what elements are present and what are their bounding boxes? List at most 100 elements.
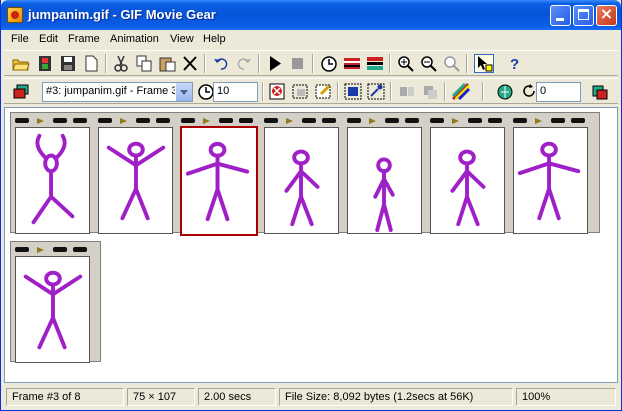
save-icon[interactable]: [59, 55, 77, 72]
film-perforation: [571, 118, 585, 123]
toolbar-separator: [466, 54, 468, 73]
toolbar-separator: [482, 82, 484, 101]
filmstrip-canvas[interactable]: [4, 107, 618, 383]
frame-thumbnail-6[interactable]: [426, 113, 509, 234]
svg-text:?: ?: [510, 56, 519, 72]
new-document-icon[interactable]: [82, 55, 100, 72]
zoom-out-icon[interactable]: [420, 55, 438, 72]
close-button[interactable]: ×: [596, 4, 617, 26]
help-icon[interactable]: ?: [505, 55, 523, 72]
palette-icon[interactable]: [452, 83, 470, 100]
frame-delay-marker: [452, 118, 459, 124]
status-filesize: File Size: 8,092 bytes (1.2secs at 56K): [279, 388, 513, 406]
toolbar-separator: [390, 82, 392, 101]
toolbar-separator: [258, 54, 260, 73]
frame-properties-icon[interactable]: [343, 55, 361, 72]
film-perforation: [136, 118, 150, 123]
menu-view[interactable]: View: [170, 33, 194, 45]
filmstrip-icon[interactable]: [36, 55, 54, 72]
minimize-button[interactable]: [550, 5, 571, 26]
open-icon[interactable]: [12, 55, 30, 72]
copy-icon[interactable]: [135, 55, 153, 72]
delete-icon[interactable]: [181, 55, 199, 72]
filmstrip-row: [10, 112, 600, 236]
frame-image[interactable]: [430, 127, 505, 234]
menu-animation[interactable]: Animation: [110, 33, 159, 45]
toolbar-separator: [389, 54, 391, 73]
frame-thumbnail-3[interactable]: [177, 113, 260, 236]
zoom-in-icon[interactable]: [397, 55, 415, 72]
window-title: jumpanim.gif - GIF Movie Gear: [28, 7, 216, 22]
reduce-colors-icon[interactable]: [366, 55, 384, 72]
undo-icon[interactable]: [212, 55, 230, 72]
merge-frames-icon[interactable]: [398, 83, 416, 100]
frame-image[interactable]: [98, 127, 173, 234]
delay-input[interactable]: 10: [213, 82, 258, 102]
menu-bar: File Edit Frame Animation View Help: [4, 30, 618, 49]
menu-frame[interactable]: Frame: [68, 33, 100, 45]
close-icon: ×: [599, 4, 614, 23]
frame-image[interactable]: [15, 127, 90, 234]
frame-thumbnail-5[interactable]: [343, 113, 426, 234]
remove-frame-icon[interactable]: [268, 83, 286, 100]
frame-image[interactable]: [513, 127, 588, 234]
filmstrip-row: [10, 241, 101, 363]
menu-help[interactable]: Help: [203, 33, 226, 45]
edit-frame-icon[interactable]: [314, 83, 332, 100]
frame-stack-icon[interactable]: [12, 83, 30, 100]
frame-thumbnail-1[interactable]: [11, 113, 94, 234]
paste-icon[interactable]: [158, 55, 176, 72]
status-zoom: 100%: [516, 388, 616, 406]
film-perforation: [53, 247, 67, 252]
film-perforation: [347, 118, 361, 123]
loop-count-input[interactable]: 0: [536, 82, 581, 102]
frame-image[interactable]: [264, 127, 339, 234]
select-tool-icon[interactable]: [474, 54, 494, 73]
globe-icon[interactable]: [496, 83, 514, 100]
frame-image[interactable]: [347, 127, 422, 234]
film-perforation: [551, 118, 565, 123]
split-frames-icon[interactable]: [421, 83, 439, 100]
crop-frame-icon[interactable]: [291, 83, 309, 100]
stop-icon[interactable]: [289, 55, 307, 72]
frame-delay-marker: [286, 118, 293, 124]
timing-icon[interactable]: [320, 55, 338, 72]
cut-icon[interactable]: [112, 55, 130, 72]
maximize-icon: [578, 9, 589, 20]
transparency-icon[interactable]: [344, 83, 362, 100]
film-perforation: [53, 118, 67, 123]
redo-icon[interactable]: [235, 55, 253, 72]
status-dimensions: 75 × 107: [127, 388, 195, 406]
eyedropper-icon[interactable]: [367, 83, 385, 100]
frame-thumbnail-2[interactable]: [94, 113, 177, 234]
title-bar[interactable]: jumpanim.gif - GIF Movie Gear ×: [1, 0, 621, 30]
film-perforation: [73, 118, 87, 123]
zoom-reset-icon[interactable]: [443, 55, 461, 72]
toolbar-separator: [262, 82, 264, 101]
menu-file[interactable]: File: [11, 33, 29, 45]
app-icon[interactable]: [7, 7, 23, 23]
frame-delay-marker: [37, 118, 44, 124]
film-perforation: [181, 118, 195, 123]
frame-image[interactable]: [180, 126, 258, 236]
film-perforation: [73, 247, 87, 252]
maximize-button[interactable]: [573, 5, 594, 26]
status-bar: Frame #3 of 8 75 × 107 2.00 secs File Si…: [4, 386, 618, 408]
toolbar-separator: [204, 54, 206, 73]
app-window: jumpanim.gif - GIF Movie Gear × File Edi…: [0, 0, 622, 411]
menu-edit[interactable]: Edit: [39, 33, 58, 45]
frame-thumbnail-8[interactable]: [11, 242, 94, 363]
film-perforation: [405, 118, 419, 123]
frame-selector[interactable]: #3: jumpanim.gif - Frame 3: [42, 82, 193, 102]
frame-delay-marker: [535, 118, 542, 124]
toolbar-separator: [444, 82, 446, 101]
film-perforation: [156, 118, 170, 123]
frame-thumbnail-4[interactable]: [260, 113, 343, 234]
frame-image[interactable]: [15, 256, 90, 363]
preview-animation-icon[interactable]: [591, 83, 609, 100]
frame-thumbnail-7[interactable]: [509, 113, 592, 234]
play-icon[interactable]: [266, 55, 284, 72]
film-perforation: [15, 118, 29, 123]
chevron-down-icon[interactable]: [175, 83, 192, 101]
film-perforation: [322, 118, 336, 123]
